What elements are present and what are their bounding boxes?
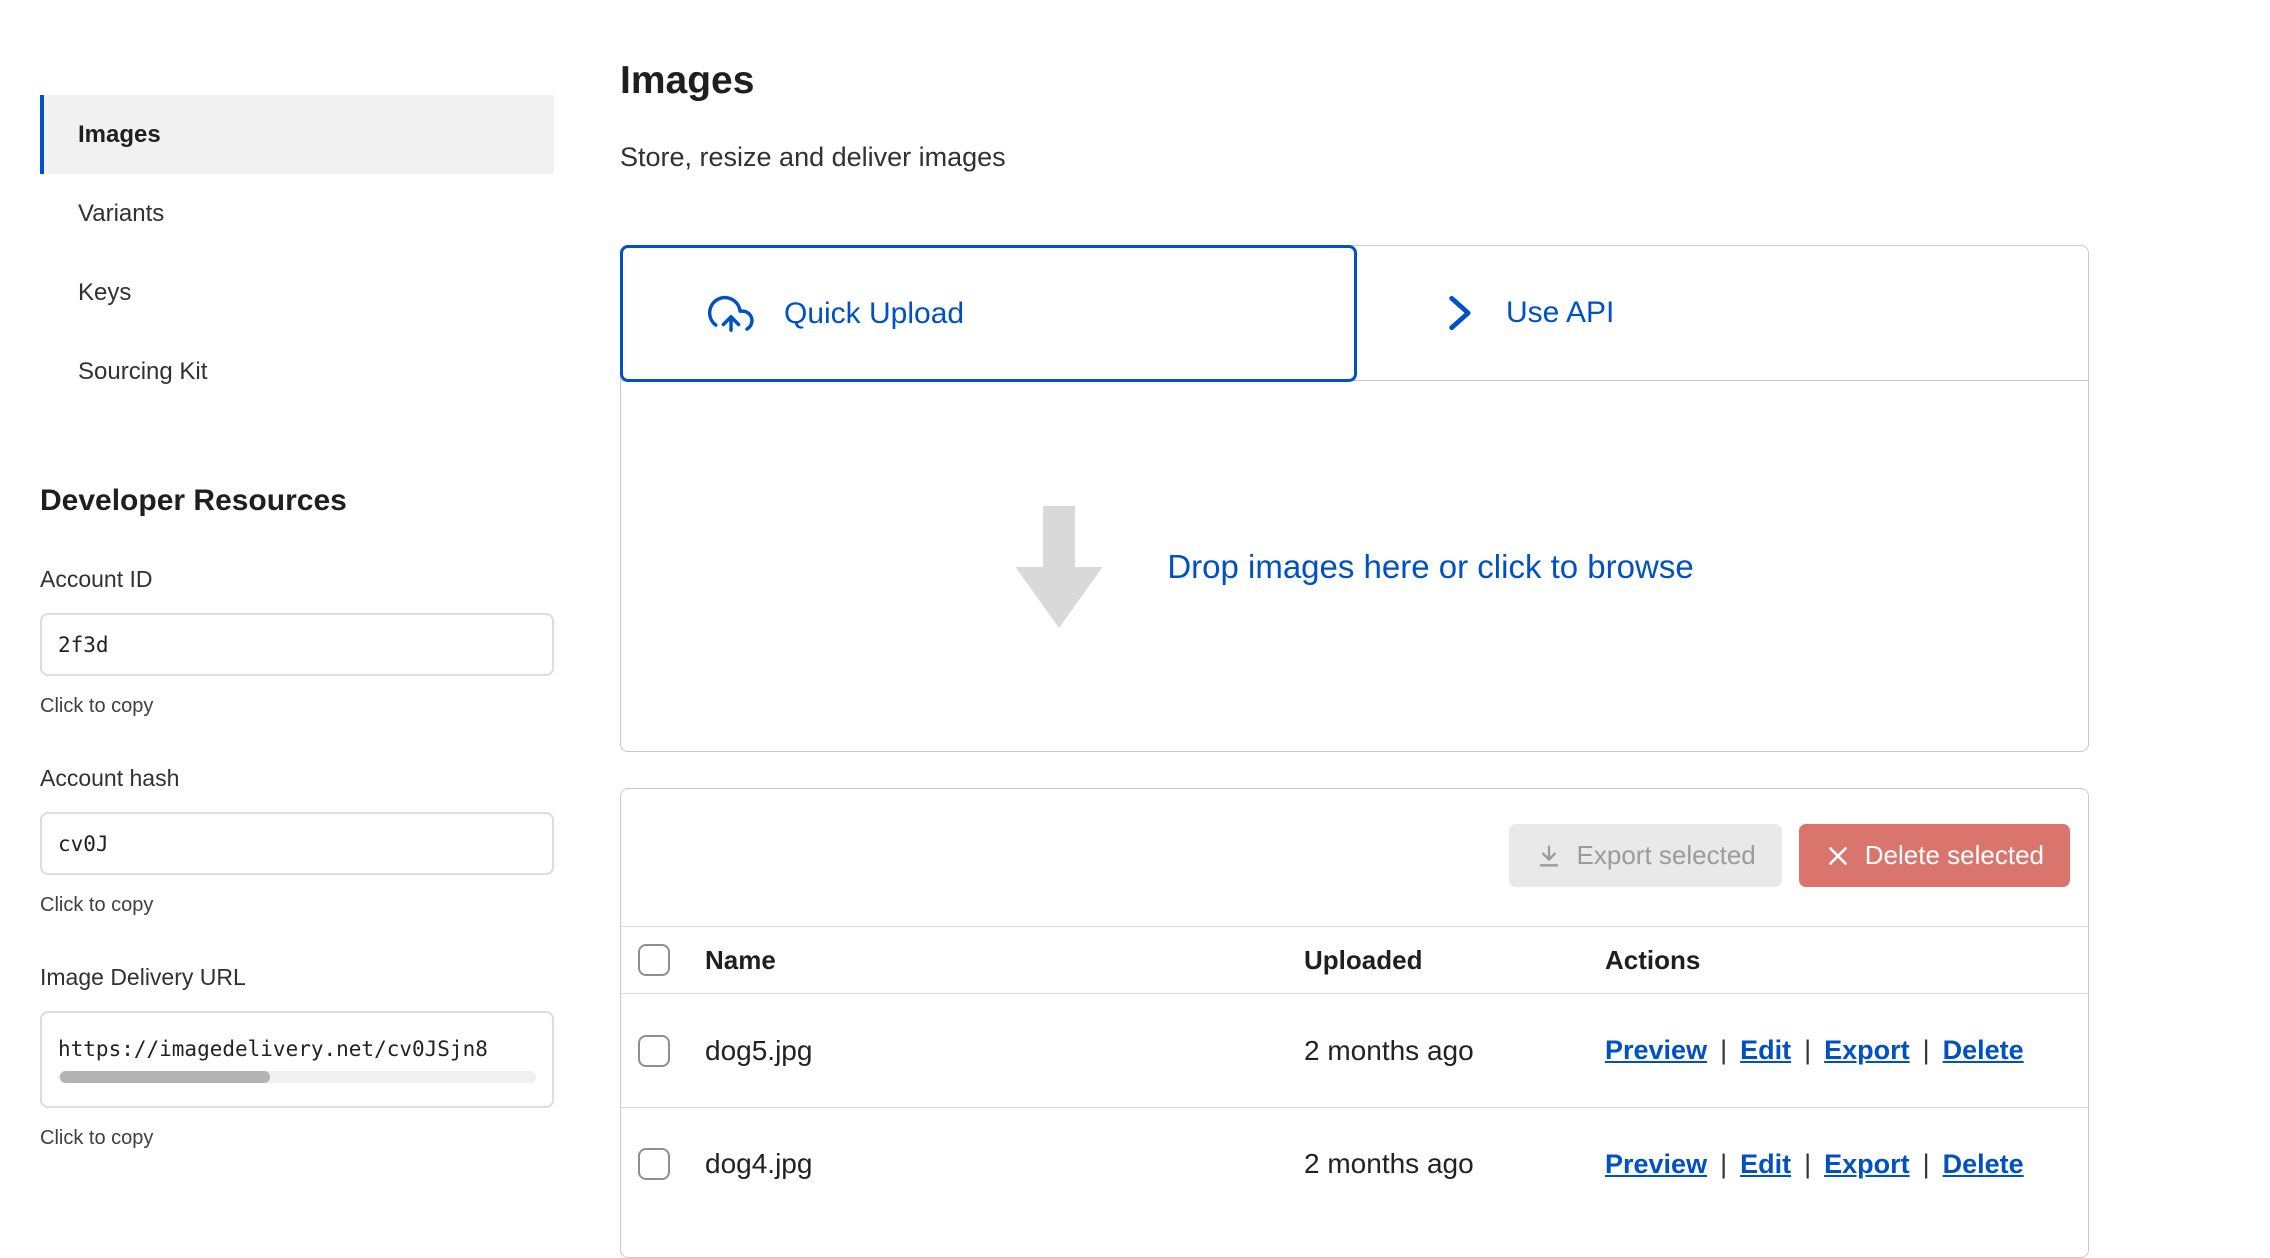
account-id-input[interactable] bbox=[58, 633, 536, 657]
action-separator: | bbox=[1923, 1035, 1930, 1066]
account-id-field: Account ID Click to copy bbox=[40, 565, 554, 718]
image-delivery-url-box[interactable] bbox=[40, 1011, 554, 1108]
edit-link[interactable]: Edit bbox=[1740, 1149, 1791, 1180]
export-link[interactable]: Export bbox=[1824, 1035, 1910, 1066]
uploaded-time: 2 months ago bbox=[1304, 1035, 1605, 1067]
account-hash-label: Account hash bbox=[40, 764, 554, 792]
export-selected-button[interactable]: Export selected bbox=[1509, 824, 1782, 887]
table-row: dog4.jpg 2 months ago Preview | Edit | E… bbox=[621, 1107, 2088, 1220]
use-api-label: Use API bbox=[1506, 296, 1614, 330]
delete-selected-button[interactable]: Delete selected bbox=[1799, 824, 2070, 887]
image-delivery-url-input[interactable] bbox=[58, 1037, 536, 1061]
sidebar-item-sourcing-kit[interactable]: Sourcing Kit bbox=[40, 332, 554, 411]
upload-tabs: Quick Upload Use API bbox=[621, 246, 2088, 381]
preview-link[interactable]: Preview bbox=[1605, 1149, 1707, 1180]
download-icon bbox=[1535, 842, 1563, 870]
sidebar-item-label: Variants bbox=[78, 200, 164, 228]
delete-selected-label: Delete selected bbox=[1865, 840, 2044, 871]
use-api-tab[interactable]: Use API bbox=[1357, 246, 2088, 380]
action-separator: | bbox=[1720, 1149, 1727, 1180]
table-row: dog5.jpg 2 months ago Preview | Edit | E… bbox=[621, 994, 2088, 1107]
images-table-card: Export selected Delete selected Name Upl… bbox=[620, 788, 2089, 1258]
quick-upload-label: Quick Upload bbox=[784, 297, 964, 331]
preview-link[interactable]: Preview bbox=[1605, 1035, 1707, 1066]
action-separator: | bbox=[1804, 1149, 1811, 1180]
sidebar-item-label: Images bbox=[78, 121, 161, 149]
sidebar-item-label: Keys bbox=[78, 279, 131, 307]
account-id-box[interactable] bbox=[40, 613, 554, 676]
developer-resources-heading: Developer Resources bbox=[40, 483, 554, 519]
images-nav: Images Variants Keys Sourcing Kit bbox=[40, 95, 554, 411]
arrow-down-icon bbox=[1015, 506, 1103, 628]
delete-link[interactable]: Delete bbox=[1943, 1035, 2024, 1066]
row-checkbox[interactable] bbox=[638, 1148, 670, 1180]
account-hash-copy-hint[interactable]: Click to copy bbox=[40, 893, 554, 917]
export-selected-label: Export selected bbox=[1577, 840, 1756, 871]
row-checkbox[interactable] bbox=[638, 1035, 670, 1067]
account-hash-input[interactable] bbox=[58, 832, 536, 856]
page-subtitle: Store, resize and deliver images bbox=[620, 141, 2089, 173]
x-icon bbox=[1825, 843, 1851, 869]
sidebar-item-keys[interactable]: Keys bbox=[40, 253, 554, 332]
action-separator: | bbox=[1720, 1035, 1727, 1066]
dropzone[interactable]: Drop images here or click to browse bbox=[621, 381, 2088, 752]
column-header-uploaded: Uploaded bbox=[1304, 945, 1605, 976]
account-id-label: Account ID bbox=[40, 565, 554, 593]
account-id-copy-hint[interactable]: Click to copy bbox=[40, 694, 554, 718]
export-link[interactable]: Export bbox=[1824, 1149, 1910, 1180]
horizontal-scrollbar[interactable] bbox=[58, 1071, 536, 1083]
dropzone-text: Drop images here or click to browse bbox=[1167, 548, 1693, 586]
sidebar-item-images[interactable]: Images bbox=[40, 95, 554, 174]
upload-card: Quick Upload Use API Drop images here or… bbox=[620, 245, 2089, 752]
sidebar-item-variants[interactable]: Variants bbox=[40, 174, 554, 253]
action-separator: | bbox=[1923, 1149, 1930, 1180]
row-actions: Preview | Edit | Export | Delete bbox=[1605, 1035, 2088, 1066]
image-name: dog4.jpg bbox=[705, 1148, 1304, 1180]
page-title: Images bbox=[620, 58, 2089, 103]
action-separator: | bbox=[1804, 1035, 1811, 1066]
sidebar-item-label: Sourcing Kit bbox=[78, 358, 207, 386]
image-delivery-url-copy-hint[interactable]: Click to copy bbox=[40, 1126, 554, 1150]
cloud-upload-icon bbox=[708, 294, 754, 334]
quick-upload-tab[interactable]: Quick Upload bbox=[620, 245, 1357, 382]
account-hash-box[interactable] bbox=[40, 812, 554, 875]
sidebar: Images Variants Keys Sourcing Kit Develo… bbox=[40, 0, 554, 1150]
scrollbar-thumb[interactable] bbox=[60, 1071, 270, 1083]
image-name: dog5.jpg bbox=[705, 1035, 1304, 1067]
table-toolbar: Export selected Delete selected bbox=[621, 789, 2088, 926]
account-hash-field: Account hash Click to copy bbox=[40, 764, 554, 917]
uploaded-time: 2 months ago bbox=[1304, 1148, 1605, 1180]
table-header-row: Name Uploaded Actions bbox=[621, 926, 2088, 994]
delete-link[interactable]: Delete bbox=[1943, 1149, 2024, 1180]
column-header-name: Name bbox=[705, 945, 1304, 976]
image-delivery-url-field: Image Delivery URL Click to copy bbox=[40, 963, 554, 1150]
chevron-right-icon bbox=[1442, 291, 1476, 335]
row-actions: Preview | Edit | Export | Delete bbox=[1605, 1149, 2088, 1180]
select-all-checkbox[interactable] bbox=[638, 944, 670, 976]
image-delivery-url-label: Image Delivery URL bbox=[40, 963, 554, 991]
column-header-actions: Actions bbox=[1605, 945, 2088, 976]
edit-link[interactable]: Edit bbox=[1740, 1035, 1791, 1066]
main-content: Images Store, resize and deliver images … bbox=[620, 0, 2089, 1258]
